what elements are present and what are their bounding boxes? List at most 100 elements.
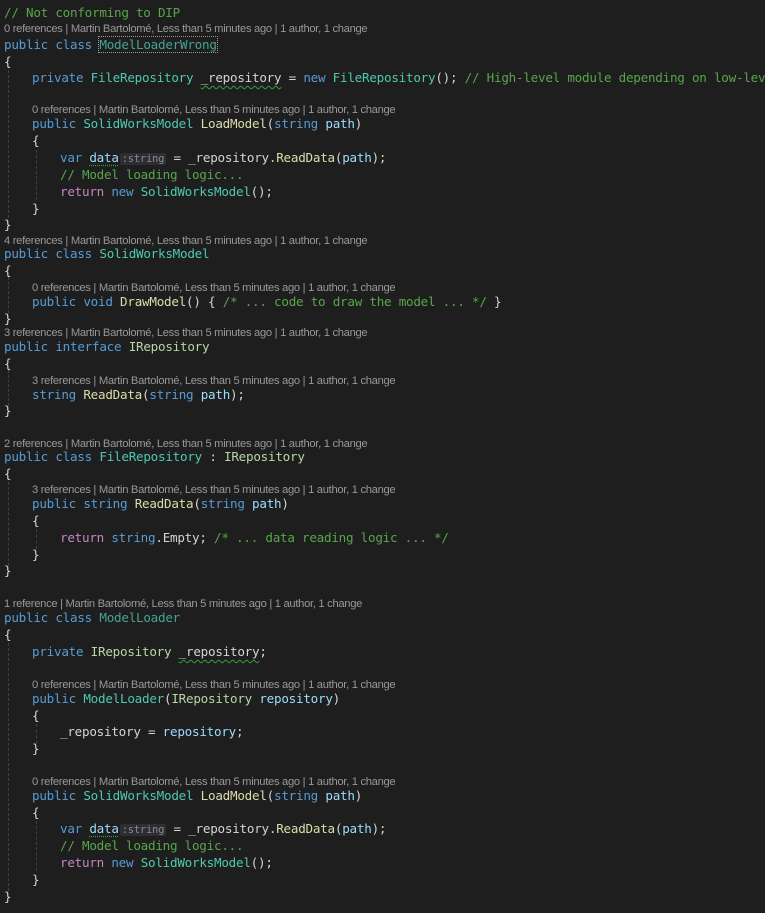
codelens-changes[interactable]: 1 author, 1 change [280, 23, 368, 35]
codelens-separator: | [90, 484, 99, 496]
type-name[interactable]: FileRepository [91, 70, 194, 85]
local-variable[interactable]: data [89, 821, 119, 836]
codelens-separator: | [57, 598, 66, 610]
brace: } [4, 889, 12, 904]
type-name[interactable]: SolidWorksModel [141, 184, 251, 199]
indent-guide [8, 643, 9, 891]
codelens-changes[interactable]: 1 author, 1 change [275, 598, 363, 610]
field-repository[interactable]: _repository [201, 70, 282, 85]
constructor-name[interactable]: ModelLoader [83, 691, 164, 706]
keyword: public [32, 691, 76, 706]
method-name[interactable]: ReadData [276, 821, 335, 836]
codelens-author[interactable]: Martin Bartolomé, Less than 5 minutes ag… [71, 23, 272, 35]
parameter[interactable]: path [325, 116, 355, 131]
brace: } [4, 217, 12, 232]
type-name[interactable]: SolidWorksModel [141, 855, 251, 870]
codelens-references[interactable]: 3 references [32, 484, 91, 496]
interface-name[interactable]: IRepository [171, 691, 252, 706]
parameter[interactable]: path [325, 788, 355, 803]
keyword: string [32, 387, 76, 402]
codelens-model-loader-ctor[interactable]: 0 references | Martin Bartolomé, Less th… [32, 678, 396, 692]
codelens-references[interactable]: 0 references [32, 679, 91, 691]
keyword: private [32, 70, 84, 85]
codelens-author[interactable]: Martin Bartolomé, Less than 5 minutes ag… [71, 327, 272, 339]
parameter[interactable]: path [342, 150, 372, 165]
codelens-references[interactable]: 0 references [32, 104, 91, 116]
type-name[interactable]: SolidWorksModel [83, 116, 193, 131]
codelens-load-model[interactable]: 0 references | Martin Bartolomé, Less th… [32, 103, 396, 117]
codelens-draw-model[interactable]: 0 references | Martin Bartolomé, Less th… [32, 281, 396, 295]
method-name[interactable]: LoadModel [201, 116, 267, 131]
parameter[interactable]: path [252, 496, 282, 511]
interface-name-irepository[interactable]: IRepository [129, 339, 210, 354]
interface-name[interactable]: IRepository [224, 449, 305, 464]
codelens-model-loader[interactable]: 1 reference | Martin Bartolomé, Less tha… [4, 597, 362, 611]
keyword: return [60, 530, 104, 545]
code-line: public string ReadData(string path) [32, 496, 289, 511]
codelens-author[interactable]: Martin Bartolomé, Less than 5 minutes ag… [99, 375, 300, 387]
codelens-references[interactable]: 3 references [4, 327, 63, 339]
method-name[interactable]: ReadData [83, 387, 142, 402]
interface-name[interactable]: IRepository [91, 644, 172, 659]
codelens-author[interactable]: Martin Bartolomé, Less than 5 minutes ag… [99, 679, 300, 691]
class-name-model-loader[interactable]: ModelLoader [99, 610, 180, 625]
codelens-changes[interactable]: 1 author, 1 change [308, 104, 396, 116]
codelens-model-loader-loadmodel[interactable]: 0 references | Martin Bartolomé, Less th… [32, 775, 396, 789]
type-name[interactable]: FileRepository [333, 70, 436, 85]
method-name[interactable]: LoadModel [201, 788, 267, 803]
code-line: { [4, 263, 12, 279]
parameter[interactable]: path [342, 821, 372, 836]
codelens-author[interactable]: Martin Bartolomé, Less than 5 minutes ag… [99, 484, 300, 496]
method-name[interactable]: DrawModel [120, 294, 186, 309]
method-name[interactable]: ReadData [135, 496, 194, 511]
inlay-type-hint: :string [119, 824, 167, 836]
codelens-file-repository-readdata[interactable]: 3 references | Martin Bartolomé, Less th… [32, 483, 396, 497]
parameter[interactable]: repository [259, 691, 333, 706]
codelens-references[interactable]: 0 references [32, 776, 91, 788]
indent-guide [8, 70, 9, 218]
parameter[interactable]: repository [163, 724, 237, 739]
class-name-file-repository[interactable]: FileRepository [99, 449, 202, 464]
codelens-author[interactable]: Martin Bartolomé, Less than 5 minutes ag… [66, 598, 267, 610]
codelens-changes[interactable]: 1 author, 1 change [308, 375, 396, 387]
codelens-separator: | [90, 282, 99, 294]
codelens-changes[interactable]: 1 author, 1 change [308, 679, 396, 691]
code-line: string ReadData(string path); [32, 387, 245, 402]
codelens-separator: | [299, 776, 309, 788]
method-name[interactable]: ReadData [276, 150, 335, 165]
codelens-changes[interactable]: 1 author, 1 change [280, 235, 368, 247]
code-line: return new SolidWorksModel(); [60, 184, 273, 199]
brace: { [4, 627, 12, 642]
code-editor[interactable]: // Not conforming to DIP 0 references | … [0, 0, 765, 913]
codelens-references[interactable]: 1 reference [4, 598, 58, 610]
codelens-changes[interactable]: 1 author, 1 change [280, 327, 368, 339]
brace: } [4, 311, 12, 326]
codelens-irepository-readdata[interactable]: 3 references | Martin Bartolomé, Less th… [32, 374, 396, 388]
class-name-model-loader-wrong[interactable]: ModelLoaderWrong [98, 36, 218, 53]
local-variable[interactable]: data [89, 150, 119, 165]
codelens-model-loader-wrong[interactable]: 0 references | Martin Bartolomé, Less th… [4, 22, 368, 36]
codelens-separator: | [271, 327, 281, 339]
codelens-references[interactable]: 0 references [32, 282, 91, 294]
field-reference[interactable]: _repository [60, 724, 141, 739]
code-line: { [32, 513, 40, 529]
field-reference[interactable]: Empty [163, 530, 200, 545]
codelens-author[interactable]: Martin Bartolomé, Less than 5 minutes ag… [99, 776, 300, 788]
codelens-author[interactable]: Martin Bartolomé, Less than 5 minutes ag… [99, 104, 300, 116]
codelens-changes[interactable]: 1 author, 1 change [308, 282, 396, 294]
codelens-references[interactable]: 0 references [4, 23, 63, 35]
code-line: } [4, 889, 12, 905]
keyword: new [303, 70, 326, 85]
codelens-changes[interactable]: 1 author, 1 change [308, 484, 396, 496]
field-reference[interactable]: _repository [188, 821, 269, 836]
code-line: } [32, 872, 40, 888]
field-repository[interactable]: _repository [179, 644, 260, 659]
type-name[interactable]: SolidWorksModel [83, 788, 193, 803]
codelens-references[interactable]: 3 references [32, 375, 91, 387]
parameter[interactable]: path [201, 387, 231, 402]
codelens-changes[interactable]: 1 author, 1 change [308, 776, 396, 788]
codelens-author[interactable]: Martin Bartolomé, Less than 5 minutes ag… [99, 282, 300, 294]
codelens-irepository[interactable]: 3 references | Martin Bartolomé, Less th… [4, 326, 368, 340]
field-reference[interactable]: _repository [188, 150, 269, 165]
class-name-solidworks-model[interactable]: SolidWorksModel [99, 246, 209, 261]
